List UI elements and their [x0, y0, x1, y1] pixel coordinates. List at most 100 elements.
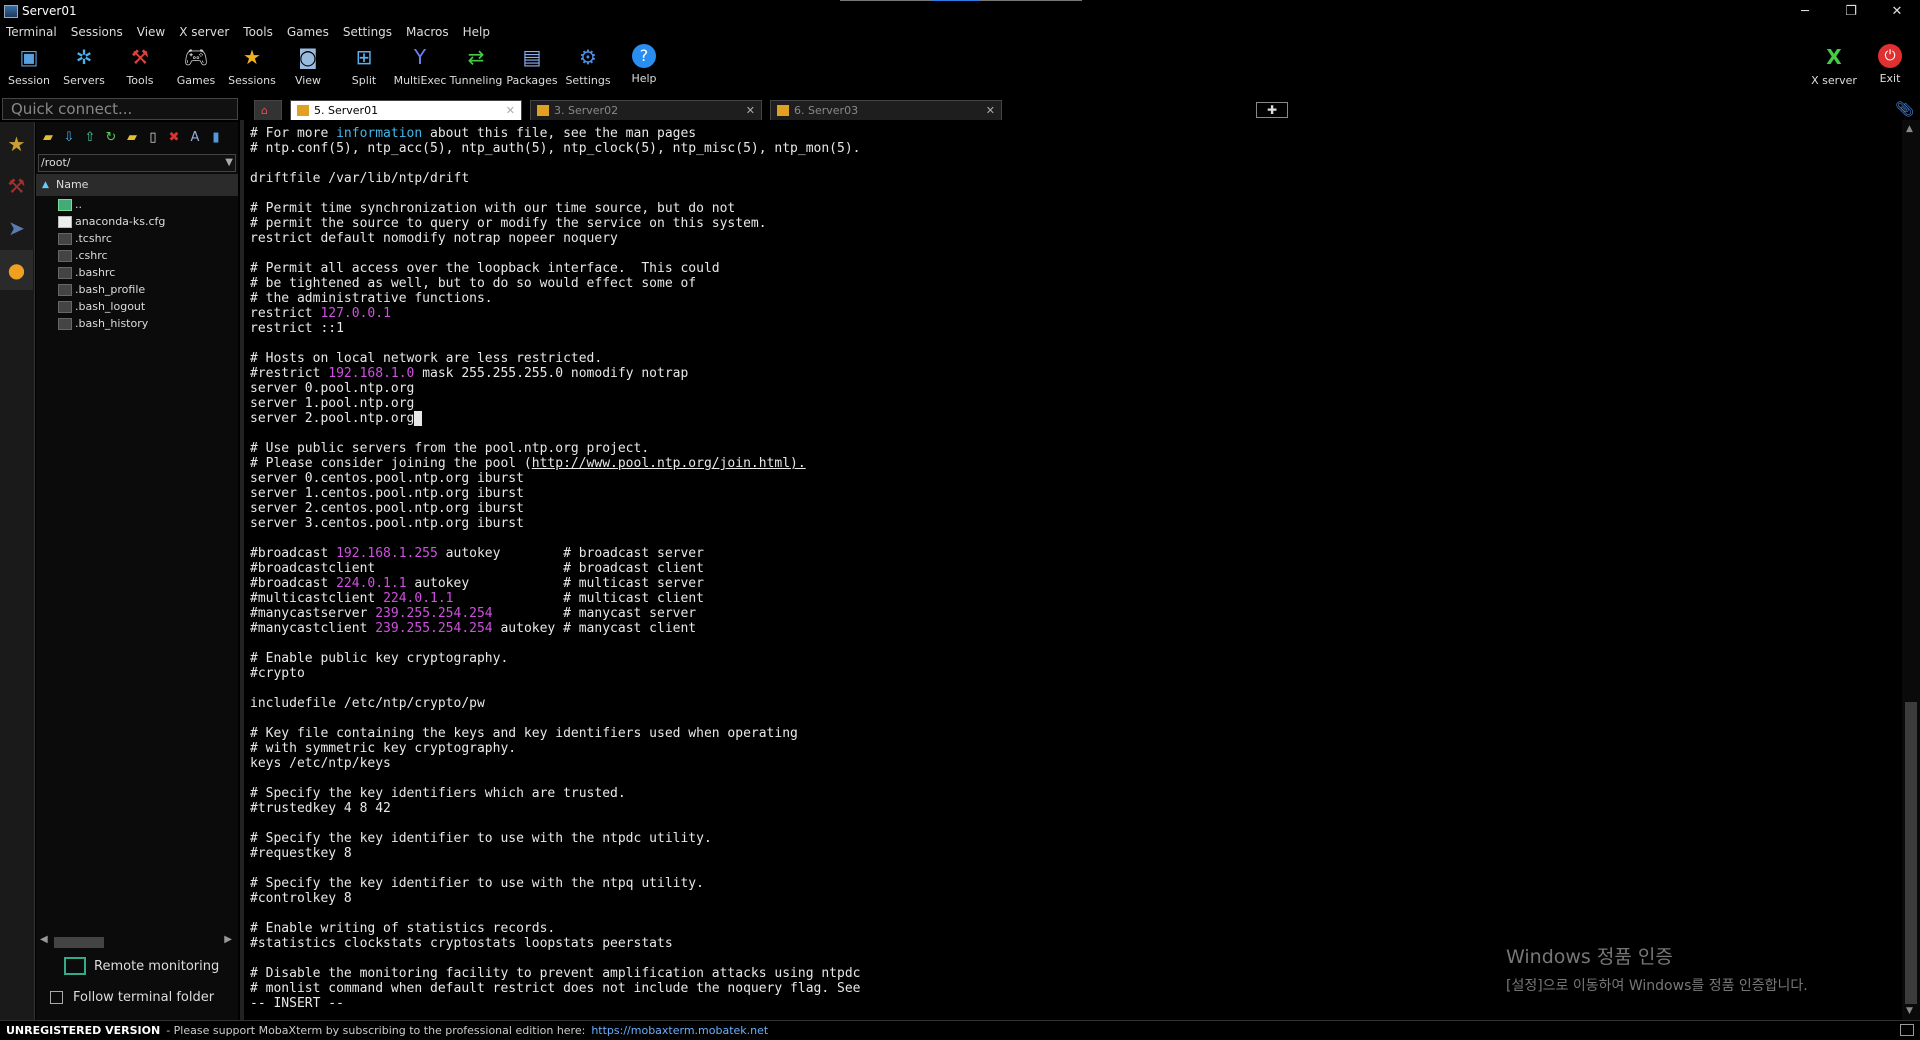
chevron-down-icon[interactable]: ▼: [1906, 1006, 1913, 1016]
sidebar-tab-macros[interactable]: ➤: [0, 208, 33, 248]
tools-button[interactable]: ⚒ Tools: [113, 44, 167, 90]
view-button[interactable]: ◙ View: [281, 44, 335, 90]
new-file-icon[interactable]: ▯: [145, 129, 161, 145]
menu-x-server[interactable]: X server: [179, 25, 229, 39]
file-list-item[interactable]: ..: [36, 196, 238, 213]
exit-button[interactable]: ⏻ Exit: [1864, 44, 1916, 90]
close-button[interactable]: ✕: [1874, 0, 1920, 22]
checkbox[interactable]: [50, 991, 63, 1004]
menu-terminal[interactable]: Terminal: [6, 25, 57, 39]
main-toolbar: ▣ Session ✲ Servers ⚒ Tools 🎮︎ Games ★ S…: [0, 42, 1920, 92]
quick-connect-input[interactable]: Quick connect...: [2, 98, 238, 120]
upload-icon[interactable]: ⇧: [82, 129, 98, 145]
terminal-text: # For more information about this file, …: [250, 126, 861, 1011]
ssh-icon: [537, 105, 549, 116]
split-icon: ⊞: [355, 45, 373, 69]
tunneling-icon: ⇄: [467, 45, 485, 69]
tab-server03[interactable]: 6. Server03 ✕: [770, 100, 1002, 120]
close-icon[interactable]: ✕: [986, 104, 995, 117]
file-icon: [58, 215, 72, 228]
file-list-item[interactable]: .bashrc: [36, 264, 238, 281]
help-icon: ?: [632, 44, 656, 68]
sidebar-tab-sftp[interactable]: ●: [0, 250, 33, 290]
remote-monitoring-button[interactable]: Remote monitoring: [64, 957, 219, 975]
follow-terminal-folder-checkbox[interactable]: Follow terminal folder: [50, 990, 214, 1005]
menu-view[interactable]: View: [137, 25, 165, 39]
plus-icon: ✚: [1266, 103, 1278, 117]
file-list-item[interactable]: anaconda-ks.cfg: [36, 213, 238, 230]
minimize-button[interactable]: ─: [1782, 0, 1828, 22]
parent-folder-icon[interactable]: ▰: [40, 129, 56, 145]
close-icon[interactable]: ✕: [506, 104, 515, 117]
sessions-button[interactable]: ★ Sessions: [225, 44, 279, 90]
file-list-item[interactable]: .bash_profile: [36, 281, 238, 298]
file-list-item[interactable]: .bash_history: [36, 315, 238, 332]
column-header-name[interactable]: ▲ Name: [36, 174, 238, 196]
menu-games[interactable]: Games: [287, 25, 329, 39]
refresh-icon[interactable]: ↻: [103, 129, 119, 145]
home-tab[interactable]: ⌂: [254, 100, 282, 120]
chevron-right-icon[interactable]: ▶: [224, 934, 232, 945]
games-icon: 🎮︎: [183, 45, 209, 69]
file-icon: [58, 266, 72, 279]
chevron-down-icon[interactable]: ▼: [225, 155, 233, 171]
monitor-icon[interactable]: [1900, 1024, 1914, 1036]
title-bar: Server01 ─ ❐ ✕: [0, 0, 1920, 22]
gear-icon: ⚙: [579, 45, 597, 69]
split-button[interactable]: ⊞ Split: [337, 44, 391, 90]
file-list-item[interactable]: .cshrc: [36, 247, 238, 264]
terminal-output[interactable]: # For more information about this file, …: [240, 120, 1902, 1020]
x-server-icon: X: [1826, 45, 1842, 69]
x-server-button[interactable]: X X server: [1806, 44, 1862, 90]
session-icon: ▣: [19, 45, 39, 69]
tab-server01[interactable]: 5. Server01 ✕: [290, 100, 522, 120]
delete-icon[interactable]: ✖: [166, 129, 182, 145]
help-button[interactable]: ? Help: [617, 44, 671, 90]
tunneling-button[interactable]: ⇄ Tunneling: [449, 44, 503, 90]
windows-activation-watermark: Windows 정품 인증 [설정]으로 이동하여 Windows를 정품 인증…: [1506, 946, 1808, 994]
star-icon: ★: [243, 45, 261, 69]
sidebar-tab-sessions[interactable]: ★: [0, 124, 33, 164]
mobaxterm-link[interactable]: https://mobaxterm.mobatek.net: [591, 1024, 768, 1037]
ssh-icon: [777, 105, 789, 116]
sidebar-tab-tools[interactable]: ⚒: [0, 166, 33, 206]
multiexec-button[interactable]: Y MultiExec: [393, 44, 447, 90]
download-icon[interactable]: ⇩: [61, 129, 77, 145]
close-icon[interactable]: ✕: [746, 104, 755, 117]
terminal-vertical-scrollbar[interactable]: ▲ ▼: [1902, 120, 1920, 1020]
games-button[interactable]: 🎮︎ Games: [169, 44, 223, 90]
tab-server02[interactable]: 3. Server02 ✕: [530, 100, 762, 120]
packages-button[interactable]: ▤ Packages: [505, 44, 559, 90]
chevron-up-icon[interactable]: ▲: [1906, 124, 1913, 134]
scrollbar-thumb[interactable]: [1905, 702, 1917, 1004]
new-tab-button[interactable]: ✚: [1256, 102, 1288, 118]
title-bar-accent: [840, 0, 1082, 1]
chevron-left-icon[interactable]: ◀: [40, 934, 48, 945]
menu-help[interactable]: Help: [463, 25, 490, 39]
path-field[interactable]: /root/ ▼: [38, 154, 236, 172]
file-list-item[interactable]: .bash_logout: [36, 298, 238, 315]
power-icon: ⏻: [1878, 44, 1902, 68]
paperclip-icon[interactable]: 📎︎: [1895, 100, 1914, 118]
menu-tools[interactable]: Tools: [243, 25, 273, 39]
session-button[interactable]: ▣ Session: [2, 44, 56, 90]
new-folder-icon[interactable]: ▰: [124, 129, 140, 145]
sort-ascending-icon: ▲: [42, 180, 49, 190]
unregistered-label: UNREGISTERED VERSION: [6, 1024, 161, 1037]
menu-bar: Terminal Sessions View X server Tools Ga…: [0, 22, 1920, 42]
permissions-icon[interactable]: ▮: [208, 129, 224, 145]
menu-settings[interactable]: Settings: [343, 25, 392, 39]
servers-button[interactable]: ✲ Servers: [57, 44, 111, 90]
parent-folder-icon: [58, 198, 72, 211]
file-list-item[interactable]: .tcshrc: [36, 230, 238, 247]
window-title: Server01: [22, 4, 77, 18]
scrollbar-thumb[interactable]: [54, 937, 104, 948]
menu-sessions[interactable]: Sessions: [71, 25, 123, 39]
file-icon: [58, 249, 72, 262]
menu-macros[interactable]: Macros: [406, 25, 449, 39]
restore-button[interactable]: ❐: [1828, 0, 1874, 22]
app-icon: [4, 4, 18, 18]
file-panel-horizontal-scrollbar[interactable]: ◀ ▶: [38, 934, 234, 950]
settings-button[interactable]: ⚙ Settings: [561, 44, 615, 90]
rename-icon[interactable]: A: [187, 129, 203, 145]
